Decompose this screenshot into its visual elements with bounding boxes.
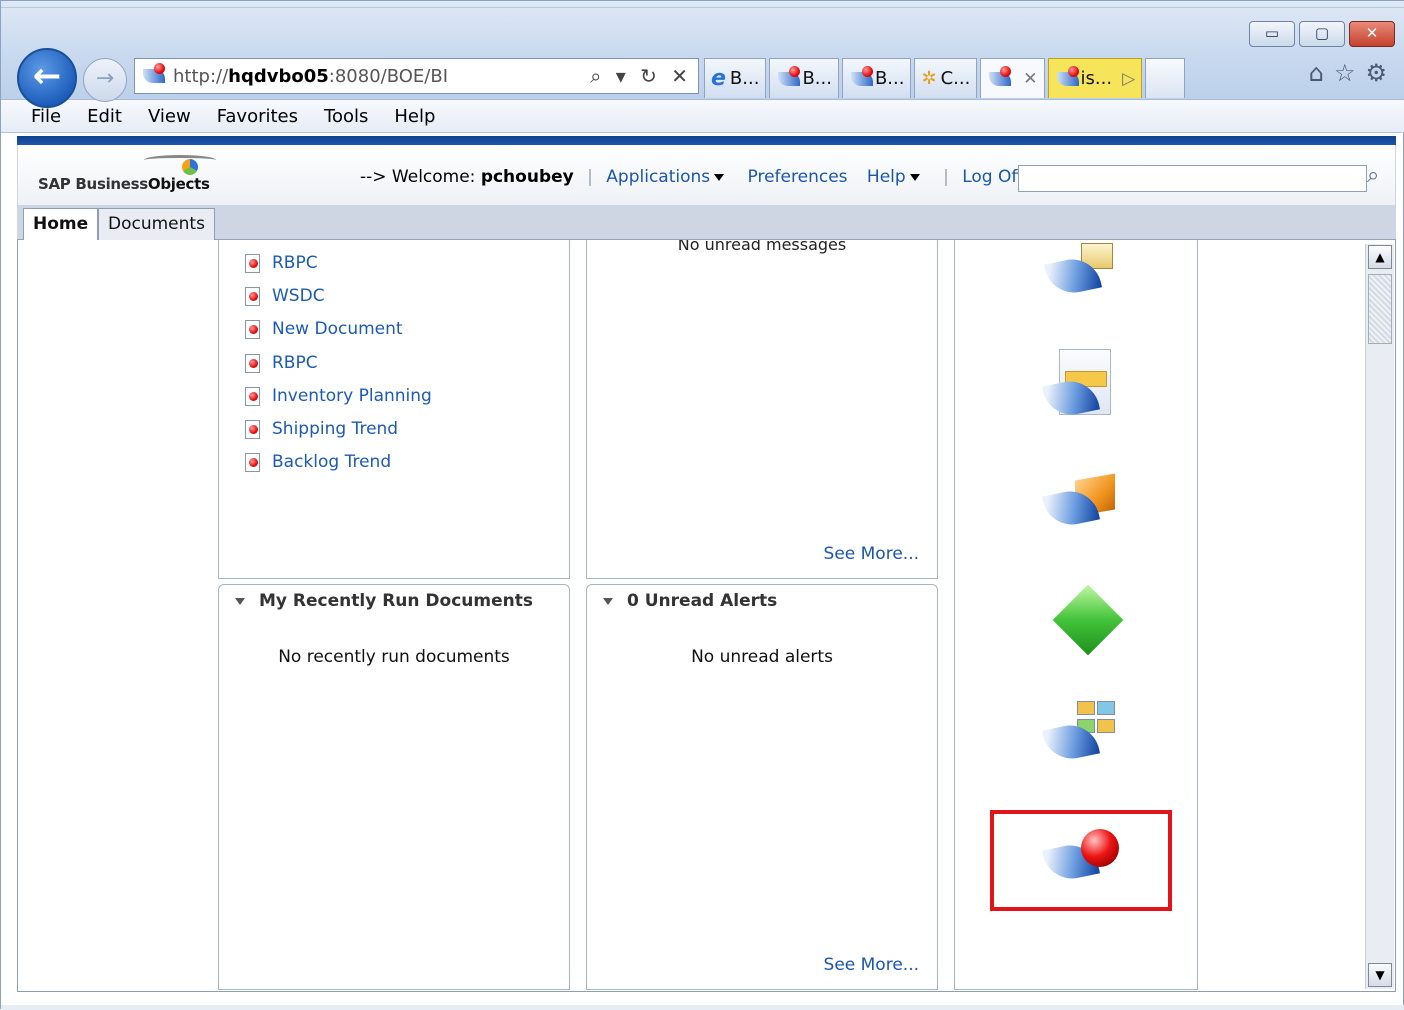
menu-edit[interactable]: Edit <box>87 106 122 127</box>
search-icon[interactable]: ⌕ <box>1367 163 1379 188</box>
document-icon <box>241 452 263 473</box>
sap-header: SAP BusinessObjects --> Welcome: pchoube… <box>17 145 1396 205</box>
highlight-box <box>990 810 1172 911</box>
collapse-triangle-icon[interactable] <box>603 597 613 605</box>
help-menu[interactable]: Help <box>867 167 920 187</box>
menu-favorites[interactable]: Favorites <box>217 106 298 127</box>
see-more-link[interactable]: See More... <box>824 955 919 975</box>
browser-tab[interactable]: B... <box>841 58 912 98</box>
welcome-bar: --> Welcome: pchoubey | Applications Pre… <box>360 167 1024 187</box>
sap-favicon-icon <box>987 65 1013 90</box>
green-diamond-icon[interactable] <box>1052 584 1124 657</box>
recently-run-panel: My Recently Run Documents No recently ru… <box>218 584 570 990</box>
sap-favicon-icon <box>849 65 875 90</box>
menu-view[interactable]: View <box>148 106 191 127</box>
welcome-label: --> Welcome: <box>360 167 476 187</box>
forward-button[interactable]: → <box>83 58 127 102</box>
browser-tab-active[interactable]: ✕ <box>980 58 1045 98</box>
alerts-title[interactable]: 0 Unread Alerts <box>603 591 777 611</box>
browser-tabs: e B... B... B... ✲ C... ✕ is... ▷ <box>704 58 1186 98</box>
sap-favicon-icon <box>776 65 802 90</box>
list-item[interactable]: RBPC <box>241 346 432 379</box>
recent-documents-list: RBPC WSDC New Document RBPC Inventory Pl… <box>241 246 432 479</box>
search-input[interactable] <box>1018 165 1367 192</box>
minimize-button[interactable]: ▭ <box>1249 21 1295 47</box>
browser-tab[interactable]: ✲ C... <box>914 58 978 98</box>
alerts-panel: 0 Unread Alerts No unread alerts See Mor… <box>586 584 938 990</box>
document-icon <box>241 319 263 340</box>
module-icon[interactable] <box>1042 469 1123 539</box>
preferences-link[interactable]: Preferences <box>748 167 848 187</box>
messages-panel: No unread messages See More... <box>586 240 938 579</box>
google-favicon-icon <box>1055 65 1081 90</box>
address-tools[interactable]: ⌕ ▾ ↻ ✕ <box>590 64 698 88</box>
chevron-down-icon <box>909 173 920 181</box>
browser-window: ▭ ▢ ✕ ← → http://hqdvbo05:8080/BOE/BI ⌕ … <box>0 0 1404 1010</box>
document-icon <box>241 253 263 273</box>
list-item[interactable]: RBPC <box>241 246 432 279</box>
app-tab-bar: Home Documents <box>17 205 1396 241</box>
menu-tools[interactable]: Tools <box>324 106 368 127</box>
close-tab-icon[interactable]: ✕ <box>1023 69 1037 89</box>
applications-menu[interactable]: Applications <box>606 167 725 187</box>
logo-swoosh <box>144 155 216 165</box>
collapse-triangle-icon[interactable] <box>235 597 245 605</box>
new-tab-button[interactable] <box>1145 58 1186 98</box>
scroll-thumb[interactable] <box>1368 274 1392 344</box>
messages-text: No unread messages <box>677 240 847 254</box>
browser-tab[interactable]: is... ▷ <box>1047 58 1143 98</box>
address-bar[interactable]: http://hqdvbo05:8080/BOE/BI ⌕ ▾ ↻ ✕ <box>134 58 699 94</box>
recently-run-title[interactable]: My Recently Run Documents <box>235 591 533 611</box>
browser-tab[interactable]: B... <box>769 58 839 98</box>
back-button[interactable]: ← <box>17 48 77 108</box>
tab-documents[interactable]: Documents <box>98 208 215 240</box>
dashboard-tiles-icon[interactable] <box>1042 697 1123 767</box>
recent-documents-panel: RBPC WSDC New Document RBPC Inventory Pl… <box>218 240 570 579</box>
url-text[interactable]: http://hqdvbo05:8080/BOE/BI <box>173 66 590 87</box>
window-controls: ▭ ▢ ✕ <box>1245 21 1395 47</box>
tab-home[interactable]: Home <box>23 208 99 241</box>
document-icon <box>241 286 263 306</box>
log-off-link[interactable]: Log Off <box>962 167 1023 187</box>
web-intelligence-icon[interactable] <box>1042 349 1123 429</box>
document-icon <box>241 419 263 440</box>
settings-gear-icon[interactable]: ⚙ <box>1365 59 1387 87</box>
close-window-button[interactable]: ✕ <box>1349 21 1395 47</box>
scroll-up-button[interactable]: ▲ <box>1368 245 1392 269</box>
scroll-down-button[interactable]: ▼ <box>1368 963 1392 987</box>
list-item[interactable]: Shipping Trend <box>241 412 432 445</box>
sap-favicon-icon <box>141 63 167 87</box>
favorites-star-icon[interactable]: ☆ <box>1334 59 1356 87</box>
sap-header-strip <box>17 136 1396 145</box>
home-content: RBPC WSDC New Document RBPC Inventory Pl… <box>17 240 1396 992</box>
document-icon <box>241 386 263 406</box>
alerts-message: No unread alerts <box>691 647 833 667</box>
ie-icon: e <box>711 66 726 91</box>
list-item[interactable]: New Document <box>241 313 432 346</box>
recently-run-message: No recently run documents <box>278 647 510 667</box>
tab-scroll-icon[interactable]: ▷ <box>1122 69 1135 89</box>
menu-bar: File Edit View Favorites Tools Help <box>1 100 1404 133</box>
home-icon[interactable]: ⌂ <box>1309 59 1324 87</box>
status-strip <box>1 1005 1404 1010</box>
menu-file[interactable]: File <box>31 106 61 127</box>
vertical-scrollbar[interactable]: ▲ ▼ <box>1365 244 1394 989</box>
see-more-link[interactable]: See More... <box>824 544 919 564</box>
browser-right-tools: ⌂ ☆ ⚙ <box>1299 59 1387 87</box>
menu-help[interactable]: Help <box>394 106 435 127</box>
list-item[interactable]: Backlog Trend <box>241 446 432 479</box>
username: pchoubey <box>480 167 574 187</box>
list-item[interactable]: Inventory Planning <box>241 379 432 412</box>
maximize-button[interactable]: ▢ <box>1299 21 1345 47</box>
logo-ball-icon <box>182 159 198 175</box>
document-icon <box>241 353 263 373</box>
chevron-down-icon <box>714 173 725 181</box>
browser-tab[interactable]: e B... <box>704 58 767 98</box>
repository-explorer-icon[interactable] <box>1043 240 1123 299</box>
list-item[interactable]: WSDC <box>241 279 432 312</box>
sap-businessobjects-logo: SAP BusinessObjects <box>38 175 210 193</box>
gear-favicon-icon: ✲ <box>921 68 937 89</box>
